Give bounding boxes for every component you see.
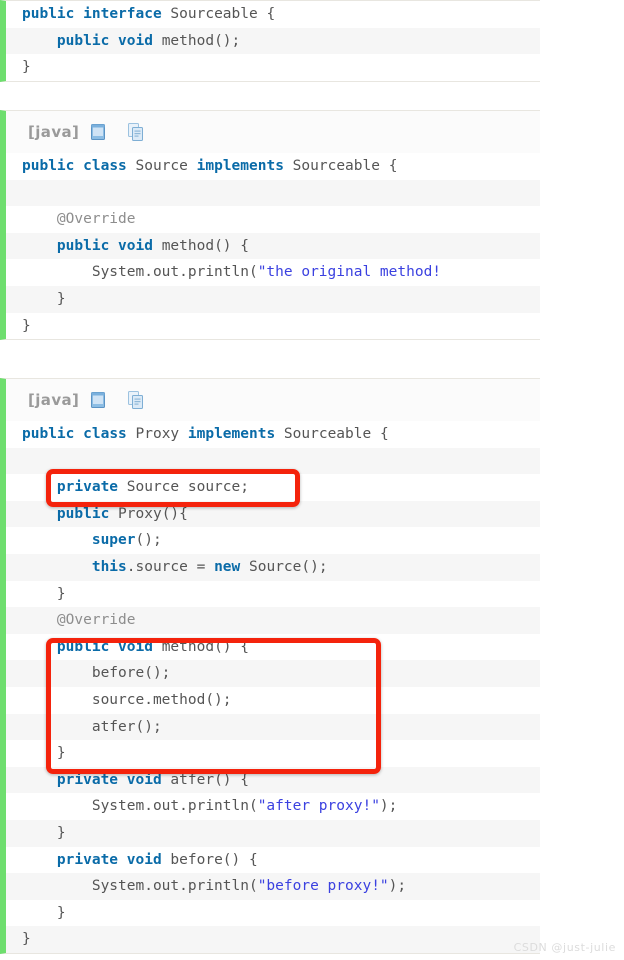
language-label: [java]	[28, 123, 80, 141]
view-icon[interactable]	[88, 390, 108, 410]
code-block-toolbar: [java]	[6, 111, 540, 153]
code-line: public void method() {	[6, 232, 540, 260]
code-line: this.source = new Source();	[6, 553, 540, 581]
code-line	[6, 179, 540, 207]
code-line: }	[6, 54, 540, 81]
code-screenshot-page: public interface Sourceable { public voi…	[0, 0, 624, 960]
code-line: System.out.println("the original method!	[6, 259, 540, 286]
code-line: atfer();	[6, 713, 540, 741]
code-line: public interface Sourceable {	[6, 1, 540, 28]
code-line: super();	[6, 527, 540, 554]
code-line: }	[6, 285, 540, 313]
code-line: before();	[6, 660, 540, 687]
code-block-body: public class Proxy implements Sourceable…	[6, 421, 540, 953]
code-block-body: public class Source implements Sourceabl…	[6, 153, 540, 340]
copy-icon[interactable]	[126, 122, 146, 142]
code-line: }	[6, 819, 540, 847]
code-line: source.method();	[6, 686, 540, 714]
code-line: public class Proxy implements Sourceable…	[6, 421, 540, 448]
code-line: private void atfer() {	[6, 766, 540, 794]
code-block-3: [java] public class Proxy implements Sour…	[0, 378, 540, 954]
code-block-toolbar: [java]	[6, 379, 540, 421]
code-line: public void method();	[6, 27, 540, 55]
code-block-1: public interface Sourceable { public voi…	[0, 0, 540, 82]
code-line: System.out.println("after proxy!");	[6, 793, 540, 820]
copy-icon[interactable]	[126, 390, 146, 410]
code-line: public void method() {	[6, 633, 540, 661]
code-line: private void before() {	[6, 846, 540, 874]
code-block-body: public interface Sourceable { public voi…	[6, 1, 540, 81]
code-line: }	[6, 580, 540, 608]
code-line	[6, 447, 540, 475]
code-line: }	[6, 312, 540, 340]
view-icon[interactable]	[88, 122, 108, 142]
code-line: public Proxy(){	[6, 500, 540, 528]
code-line: System.out.println("before proxy!");	[6, 873, 540, 900]
code-block-2: [java] public class Source implements Sou…	[0, 110, 540, 341]
code-line: @Override	[6, 206, 540, 233]
code-line: }	[6, 899, 540, 927]
language-label: [java]	[28, 391, 80, 409]
code-line: private Source source;	[6, 474, 540, 501]
code-line: @Override	[6, 607, 540, 634]
watermark: CSDN @just-julie	[513, 941, 616, 954]
code-line: public class Source implements Sourceabl…	[6, 153, 540, 180]
code-line: }	[6, 740, 540, 767]
code-line: }	[6, 926, 540, 953]
